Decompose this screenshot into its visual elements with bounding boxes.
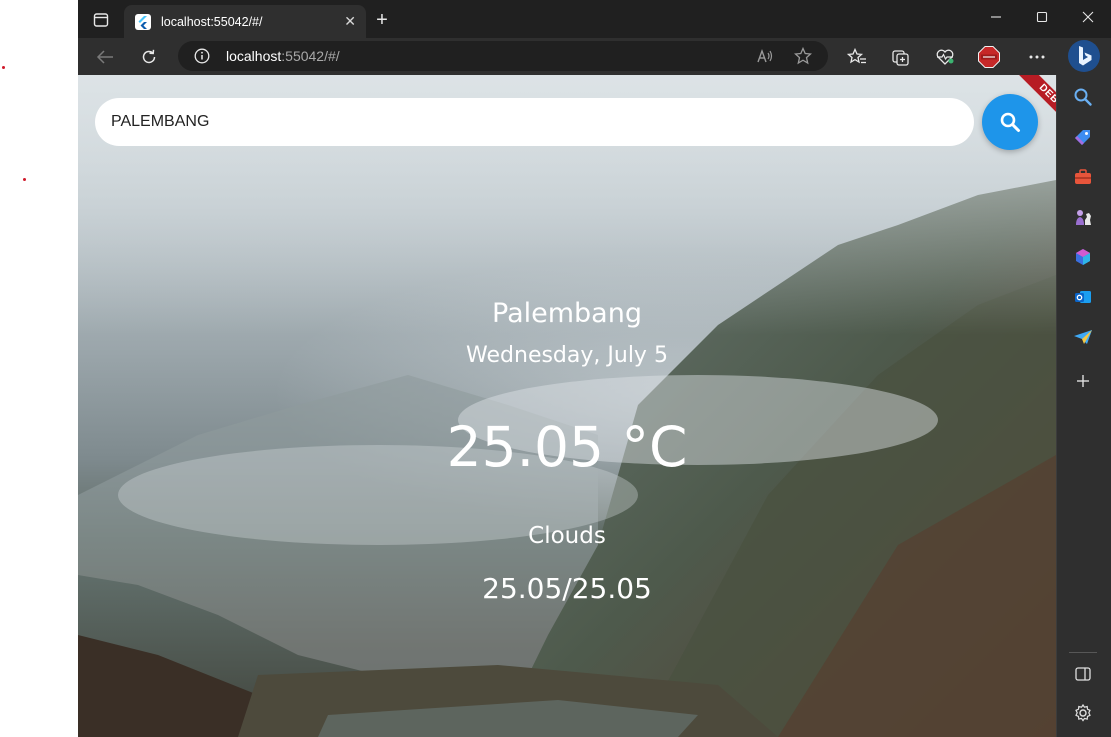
back-arrow-icon[interactable] [92,45,118,69]
address-bar[interactable]: localhost:55042/#/ [178,41,828,71]
desktop-dot [2,66,5,69]
address-path: :55042/#/ [281,48,340,64]
refresh-icon[interactable] [136,45,162,69]
settings-gear-icon[interactable] [1071,701,1095,725]
tab-active[interactable]: localhost:55042/#/ ✕ [124,5,366,38]
browser-toolbar: localhost:55042/#/ [78,38,1111,76]
city-name: Palembang [492,298,642,329]
info-icon[interactable] [194,48,210,64]
address-url: localhost:55042/#/ [226,48,340,64]
outlook-icon[interactable] [1071,285,1095,309]
close-tab-icon[interactable]: ✕ [344,13,356,29]
new-tab-button[interactable]: + [370,9,394,31]
shopping-tag-icon[interactable] [1071,125,1095,149]
tools-briefcase-icon[interactable] [1071,165,1095,189]
add-sidebar-app-icon[interactable] [1071,369,1095,393]
tab-strip: localhost:55042/#/ ✕ + [78,0,1111,38]
search-button[interactable] [982,94,1038,150]
tab-title: localhost:55042/#/ [161,15,263,29]
flutter-favicon-icon [135,14,151,30]
close-window-button[interactable] [1065,0,1111,34]
sidebar-search-icon[interactable] [1071,85,1095,109]
minimize-button[interactable] [973,0,1019,34]
bing-icon[interactable] [1068,40,1100,72]
stop-extension-icon[interactable] [976,45,1002,69]
hide-sidebar-icon[interactable] [1071,662,1095,686]
heart-pulse-icon[interactable] [932,45,958,69]
maximize-button[interactable] [1019,0,1065,34]
browser-window: localhost:55042/#/ ✕ + localhost:55042/#… [78,0,1111,737]
collections-icon[interactable] [888,45,914,69]
city-search-input[interactable] [111,111,951,133]
city-search-field[interactable] [95,98,974,146]
desktop-dot [23,178,26,181]
microsoft-365-icon[interactable] [1071,245,1095,269]
star-icon[interactable] [793,46,813,65]
send-plane-icon[interactable] [1071,325,1095,349]
favorites-icon[interactable] [844,45,870,69]
sidebar-divider [1069,652,1097,653]
min-max-temperature: 25.05/25.05 [482,572,652,605]
search-icon [999,111,1021,133]
more-icon[interactable] [1024,45,1050,69]
read-aloud-icon[interactable] [756,47,774,65]
mountain-background-image [78,75,1056,737]
tab-actions-icon[interactable] [88,9,114,31]
address-host: localhost [226,48,282,64]
games-chess-icon[interactable] [1071,205,1095,229]
current-date: Wednesday, July 5 [466,343,668,368]
temperature: 25.05 °C [446,415,688,479]
page-viewport: DEBUG Palembang Wednesday, July 5 25.05 … [78,75,1056,737]
edge-sidebar [1056,75,1111,737]
weather-condition: Clouds [528,523,606,549]
